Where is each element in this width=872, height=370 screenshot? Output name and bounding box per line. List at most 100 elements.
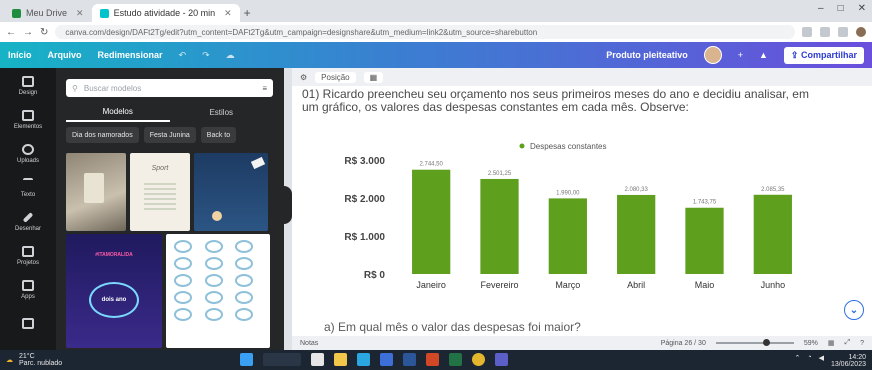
home-menu[interactable]: Início bbox=[8, 50, 32, 60]
chrome-icon[interactable] bbox=[472, 353, 485, 366]
rail-item-draw[interactable]: Desenhar bbox=[0, 212, 56, 232]
insights-icon[interactable]: ▲ bbox=[759, 50, 768, 60]
scroll-down-button[interactable]: ⌄ bbox=[844, 300, 864, 320]
extension-icon[interactable] bbox=[838, 27, 848, 37]
tab-templates[interactable]: Modelos bbox=[66, 102, 170, 122]
template-thumbnail[interactable] bbox=[194, 153, 268, 231]
photos-icon bbox=[22, 318, 34, 329]
taskview-icon[interactable] bbox=[311, 353, 324, 366]
canvas-bottom-bar: Notas Página 26 / 30 59% ▦ ⤢ ? bbox=[292, 336, 872, 350]
help-icon[interactable]: ? bbox=[860, 340, 864, 347]
rail-item-design[interactable]: Design bbox=[0, 76, 56, 96]
excel-icon[interactable] bbox=[449, 353, 462, 366]
new-tab-button[interactable]: + bbox=[244, 4, 251, 22]
templates-panel: ⚲ Buscar modelos ≡ Modelos Estilos Dia d… bbox=[56, 68, 284, 350]
windows-taskbar: ☁ 21°C Parc. nublado ⌃ ◔ ◀ 14:20 13/06/2… bbox=[0, 350, 872, 370]
system-tray: ⌃ ◔ ◀ 14:20 13/06/2023 bbox=[794, 354, 866, 368]
start-icon[interactable] bbox=[240, 353, 253, 366]
apps-icon bbox=[22, 280, 34, 291]
search-input[interactable]: ⚲ Buscar modelos ≡ bbox=[66, 79, 273, 97]
expenses-bar-chart[interactable]: Despesas constantes R$ 0 R$ 1.000 R$ 2.000… bbox=[302, 134, 827, 294]
wifi-icon[interactable]: ◔ bbox=[807, 354, 811, 368]
rail-item-projects[interactable]: Projetos bbox=[0, 246, 56, 266]
design-title[interactable]: Produto pleiteativo bbox=[606, 50, 688, 60]
design-page[interactable]: 01) Ricardo preencheu seu orçamento nos … bbox=[292, 86, 872, 336]
zoom-slider-knob[interactable] bbox=[762, 339, 770, 346]
maximize-button[interactable]: □ bbox=[838, 3, 844, 14]
add-collaborator-icon[interactable]: + bbox=[738, 50, 743, 60]
extension-icon[interactable] bbox=[802, 27, 812, 37]
filter-icon[interactable]: ≡ bbox=[262, 84, 267, 93]
rail-item-photos[interactable] bbox=[0, 318, 56, 329]
forward-icon[interactable]: → bbox=[23, 27, 33, 38]
store-icon[interactable] bbox=[380, 353, 393, 366]
tray-arrow-icon[interactable]: ⌃ bbox=[794, 354, 800, 368]
file-menu[interactable]: Arquivo bbox=[48, 50, 82, 60]
undo-icon[interactable]: ↶ bbox=[179, 50, 187, 61]
rail-item-uploads[interactable]: Uploads bbox=[0, 144, 56, 164]
y-tick-label: R$ 2.000 bbox=[344, 194, 385, 205]
fullscreen-icon[interactable]: ⤢ bbox=[844, 339, 850, 347]
resize-menu[interactable]: Redimensionar bbox=[98, 50, 163, 60]
extension-icon[interactable] bbox=[820, 27, 830, 37]
search-icon: ⚲ bbox=[72, 83, 78, 93]
position-button[interactable]: Posição bbox=[315, 71, 356, 83]
weather-icon: ☁ bbox=[6, 357, 13, 364]
share-button[interactable]: ⇪ Compartilhar bbox=[783, 46, 864, 64]
chip-back-to[interactable]: Back to bbox=[200, 127, 237, 143]
collapse-panel-handle[interactable] bbox=[284, 186, 292, 224]
grid-icon[interactable]: ▦ bbox=[363, 71, 384, 83]
x-tick-label: Abril bbox=[627, 280, 645, 290]
powerpoint-icon[interactable] bbox=[426, 353, 439, 366]
taskbar-apps bbox=[240, 353, 508, 366]
explorer-icon[interactable] bbox=[334, 353, 347, 366]
data-label: 2.085,35 bbox=[761, 187, 785, 193]
tab-styles[interactable]: Estilos bbox=[170, 102, 274, 122]
canva-top-bar: Início Arquivo Redimensionar ↶ ↷ ☁ Produ… bbox=[0, 42, 872, 68]
rail-item-elements[interactable]: Elementos bbox=[0, 110, 56, 130]
panel-tabs: Modelos Estilos bbox=[66, 102, 273, 122]
volume-icon[interactable]: ◀ bbox=[819, 354, 824, 368]
rail-item-text[interactable]: Texto bbox=[0, 178, 56, 198]
template-thumbnail[interactable] bbox=[66, 153, 126, 231]
zoom-slider[interactable] bbox=[715, 339, 794, 346]
grid-view-icon[interactable]: ▦ bbox=[828, 339, 835, 347]
clock[interactable]: 14:20 13/06/2023 bbox=[831, 354, 866, 368]
search-icon[interactable] bbox=[263, 353, 301, 366]
zoom-level[interactable]: 59% bbox=[804, 340, 818, 347]
close-window-button[interactable]: ✕ bbox=[858, 3, 866, 14]
avatar[interactable] bbox=[703, 46, 722, 64]
weather-widget[interactable]: 21°C Parc. nublado bbox=[19, 353, 62, 367]
browser-tab-canva[interactable]: Estudo atividade - 20 min ✕ bbox=[91, 4, 240, 22]
template-thumbnail[interactable] bbox=[166, 234, 270, 348]
settings-icon[interactable]: ⚙ bbox=[300, 73, 307, 82]
redo-icon[interactable]: ↷ bbox=[202, 50, 210, 61]
side-rail: Design Elementos Uploads Texto Desenhar … bbox=[0, 68, 56, 350]
template-thumbnail[interactable]: Sport bbox=[130, 153, 190, 231]
chip-festa-junina[interactable]: Festa Junina bbox=[143, 127, 196, 143]
notes-button[interactable]: Notas bbox=[300, 340, 318, 347]
close-tab-icon[interactable]: ✕ bbox=[76, 8, 84, 19]
close-tab-icon[interactable]: ✕ bbox=[224, 8, 232, 19]
profile-icon[interactable] bbox=[856, 27, 866, 37]
rail-label: Apps bbox=[21, 294, 35, 300]
browser-tab-drive[interactable]: Meu Drive ✕ bbox=[4, 4, 92, 22]
page-indicator[interactable]: Página 26 / 30 bbox=[661, 340, 706, 347]
chip-valentines[interactable]: Dia dos namorados bbox=[66, 127, 139, 143]
data-label: 2.744,50 bbox=[419, 162, 443, 168]
minimize-button[interactable]: – bbox=[818, 3, 824, 14]
teams-icon[interactable] bbox=[495, 353, 508, 366]
rail-label: Projetos bbox=[16, 260, 39, 266]
rail-item-apps[interactable]: Apps bbox=[0, 280, 56, 300]
back-icon[interactable]: ← bbox=[6, 27, 16, 38]
word-icon[interactable] bbox=[403, 353, 416, 366]
template-thumbnail[interactable]: #ITAMORALIDA dois ano bbox=[66, 234, 162, 348]
question-text: 01) Ricardo preencheu seu orçamento nos … bbox=[302, 87, 809, 114]
reload-icon[interactable]: ↻ bbox=[40, 27, 48, 38]
x-tick-label: Fevereiro bbox=[480, 280, 518, 290]
rail-label: Uploads bbox=[16, 158, 39, 164]
url-field[interactable]: canva.com/design/DAFt2Tg/edit?utm_conten… bbox=[55, 25, 795, 39]
text-icon bbox=[23, 178, 33, 189]
edge-icon[interactable] bbox=[357, 353, 370, 366]
y-tick-label: R$ 3.000 bbox=[344, 156, 385, 167]
